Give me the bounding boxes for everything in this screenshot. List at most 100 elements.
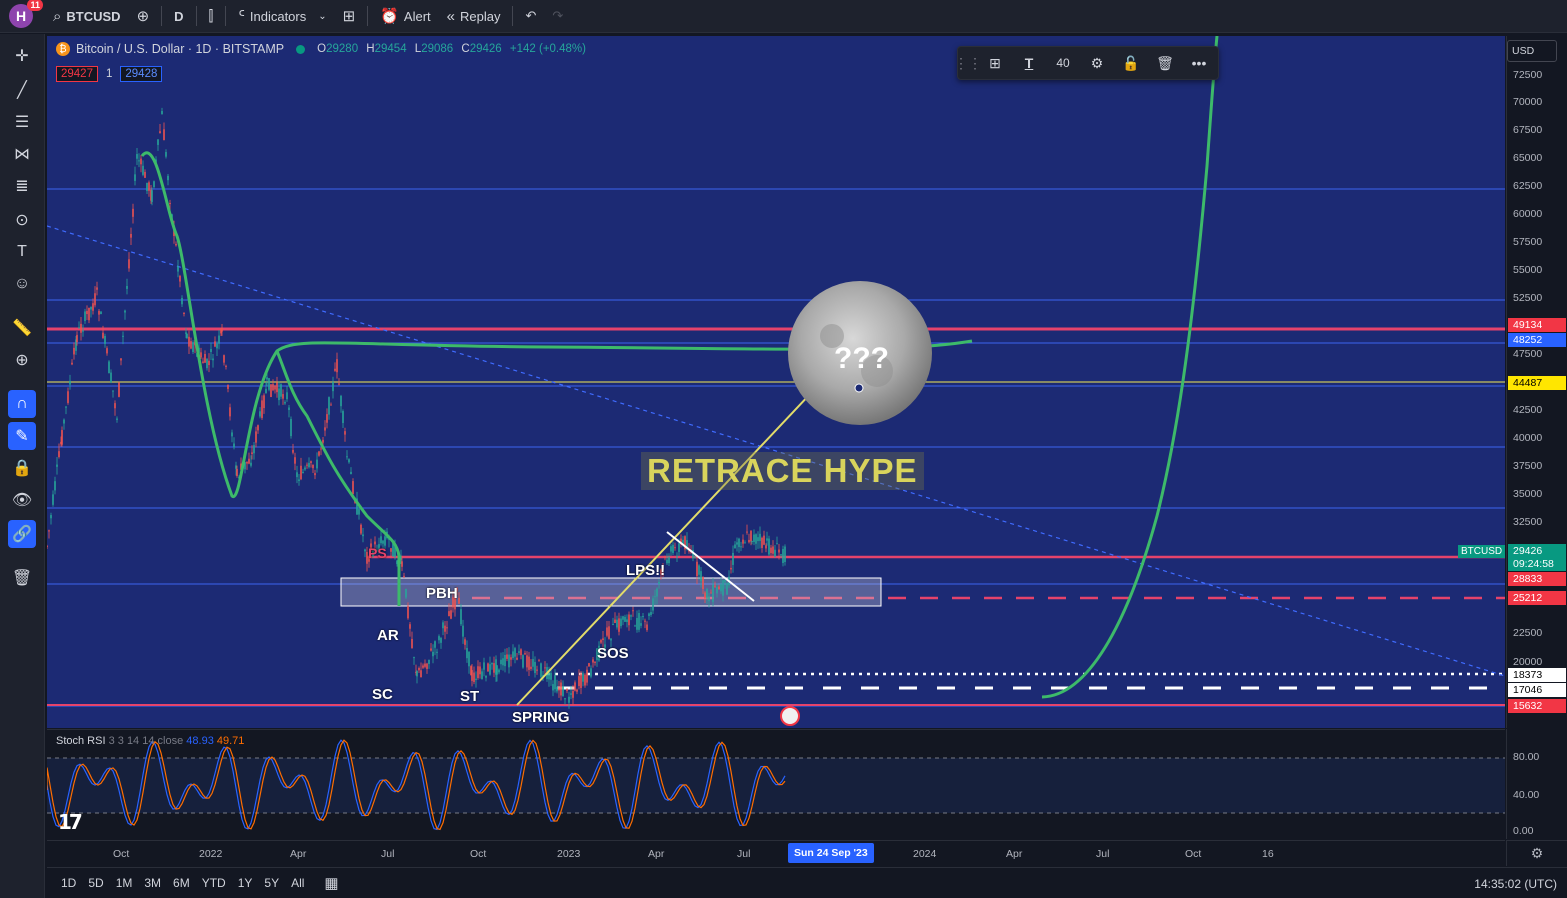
indicators-icon: ᑦ [238, 8, 245, 25]
gear-icon: ⚙ [1530, 845, 1544, 861]
pbh-zone [340, 577, 882, 607]
time-tick: Oct [470, 848, 487, 860]
range-button-6m[interactable]: 6M [167, 876, 196, 890]
price-label: 29426 [1508, 544, 1566, 558]
event-flag-icon[interactable] [780, 706, 800, 726]
ruler-icon[interactable]: 📏 [8, 314, 36, 342]
lock-icon[interactable]: 🔒 [8, 454, 36, 482]
settings-gear-icon[interactable]: ⚙ [1080, 46, 1114, 80]
pbh-label[interactable]: PBH [426, 585, 458, 602]
toolbar-divider [195, 6, 197, 26]
ohlc-values: O29280 H29454 L29086 C29426 +142 (+0.48%… [317, 43, 586, 55]
ar-label[interactable]: AR [377, 627, 399, 644]
time-tick: Jul [737, 848, 751, 860]
price-tick: 72500 [1513, 69, 1543, 81]
range-button-1m[interactable]: 1M [110, 876, 139, 890]
range-button-all[interactable]: All [285, 876, 310, 890]
drag-handle-icon[interactable]: ⋮⋮ [954, 46, 982, 80]
rsi-drawing [47, 739, 1505, 831]
font-size-button[interactable]: 40 [1046, 46, 1080, 80]
template-icon[interactable]: ⊞ [978, 46, 1012, 80]
range-button-5y[interactable]: 5Y [258, 876, 285, 890]
horizontal-lines-icon[interactable]: ☰ [8, 108, 36, 136]
unlock-icon[interactable]: 🔓 [1114, 46, 1148, 80]
symbol-price-tag: BTCUSD [1458, 545, 1506, 558]
ps-label[interactable]: PS [368, 545, 387, 561]
rsi-legend: Stoch RSI 3 3 14 14 close 48.93 49.71 [56, 735, 245, 747]
sc-label[interactable]: SC [372, 686, 393, 703]
trash-icon[interactable]: 🗑 [1148, 46, 1182, 80]
rsi-scale[interactable]: 80.00 40.00 0.00 [1506, 729, 1567, 839]
price-tick: 35000 [1513, 488, 1543, 500]
price-label: 09:24:58 [1508, 557, 1566, 571]
range-button-ytd[interactable]: YTD [196, 876, 232, 890]
sos-label[interactable]: SOS [597, 645, 629, 662]
retrace-hype-label[interactable]: RETRACE HYPE [641, 452, 924, 490]
rewind-icon: « [446, 7, 455, 25]
redo-icon: ↷ [552, 8, 564, 23]
time-axis[interactable]: Sun 24 Sep '23 Oct 2022 Apr Jul Oct 2023 Apr Ju… [47, 840, 1505, 866]
indicators-button[interactable]: ᑦ Indicators ⌄ [230, 0, 334, 33]
price-tick: 32500 [1513, 516, 1543, 528]
range-button-3m[interactable]: 3M [138, 876, 167, 890]
range-button-1d[interactable]: 1D [55, 876, 82, 890]
price-chart[interactable] [47, 36, 1505, 728]
compare-button[interactable]: ⊕ [129, 0, 158, 33]
clock[interactable]: 14:35:02 (UTC) [1474, 877, 1557, 891]
toolbar-divider [367, 6, 369, 26]
chart-settings-button[interactable]: ⚙ [1506, 840, 1567, 866]
price-tick: 67500 [1513, 124, 1543, 136]
price-scale[interactable]: 72500 70000 67500 65000 62500 60000 57500 55000… [1506, 36, 1567, 728]
trend-line-icon[interactable]: ╱ [8, 76, 36, 104]
replay-button[interactable]: « Replay [439, 0, 509, 33]
tradingview-logo[interactable]: 17 [58, 810, 83, 834]
link-icon[interactable]: 🔗 [8, 520, 36, 548]
stoch-rsi-pane[interactable] [47, 729, 1505, 839]
alert-button[interactable]: ⏰ Alert [372, 0, 438, 33]
stay-drawing-icon[interactable]: ✎ [8, 422, 36, 450]
st-label[interactable]: ST [460, 688, 479, 705]
price-tick: 37500 [1513, 460, 1543, 472]
interval-button[interactable]: D [166, 0, 191, 33]
price-tick: 42500 [1513, 404, 1543, 416]
time-tick: 2024 [913, 848, 937, 860]
trash-icon[interactable]: 🗑 [8, 564, 36, 592]
buy-price-button[interactable]: 29428 [120, 66, 163, 82]
text-color-icon[interactable]: T [1012, 46, 1046, 80]
price-label: 44487 [1508, 376, 1566, 390]
spring-label[interactable]: SPRING [512, 709, 570, 726]
bottom-toolbar: 1D 5D 1M 3M 6M YTD 1Y 5Y All ▦ 14:35:02 (UTC) [47, 867, 1567, 898]
brush-icon[interactable]: ⊙ [8, 206, 36, 234]
pattern-icon[interactable]: ⋈ [8, 140, 36, 168]
price-tick: 65000 [1513, 152, 1543, 164]
crosshair-icon[interactable]: ✛ [8, 42, 36, 70]
eye-icon[interactable]: 👁 [8, 486, 36, 514]
plus-circle-icon: ⊕ [136, 8, 150, 25]
lps-label[interactable]: LPS!! [626, 562, 665, 579]
chart-type-button[interactable]: ⫿ [201, 0, 222, 33]
redo-button[interactable]: ↷ [544, 0, 571, 33]
undo-icon: ↶ [525, 8, 537, 23]
symbol-search-button[interactable]: ⌕ BTCUSD [45, 0, 129, 33]
layouts-button[interactable]: ⊞ [335, 0, 364, 33]
horizontal-levels [47, 188, 1505, 707]
undo-button[interactable]: ↶ [517, 0, 544, 33]
moon-question-label[interactable]: ??? [834, 342, 889, 376]
currency-selector[interactable]: USD [1507, 40, 1557, 62]
range-button-5d[interactable]: 5D [82, 876, 109, 890]
candlesticks [47, 107, 786, 709]
text-icon[interactable]: T [8, 238, 36, 266]
user-avatar[interactable]: H 11 [9, 0, 43, 28]
emoji-icon[interactable]: ☺ [8, 270, 36, 298]
range-button-1y[interactable]: 1Y [232, 876, 259, 890]
calendar-icon[interactable]: ▦ [324, 874, 338, 892]
price-tick: 60000 [1513, 208, 1543, 220]
fib-icon[interactable]: ≣ [8, 172, 36, 200]
sell-price-button[interactable]: 29427 [56, 66, 98, 82]
more-icon[interactable]: ••• [1182, 46, 1216, 80]
price-tick: 62500 [1513, 180, 1543, 192]
time-cursor-label: Sun 24 Sep '23 [788, 843, 874, 863]
zoom-icon[interactable]: ⊕ [8, 346, 36, 374]
magnet-icon[interactable]: ∩ [8, 390, 36, 418]
price-label: 25212 [1508, 591, 1566, 605]
